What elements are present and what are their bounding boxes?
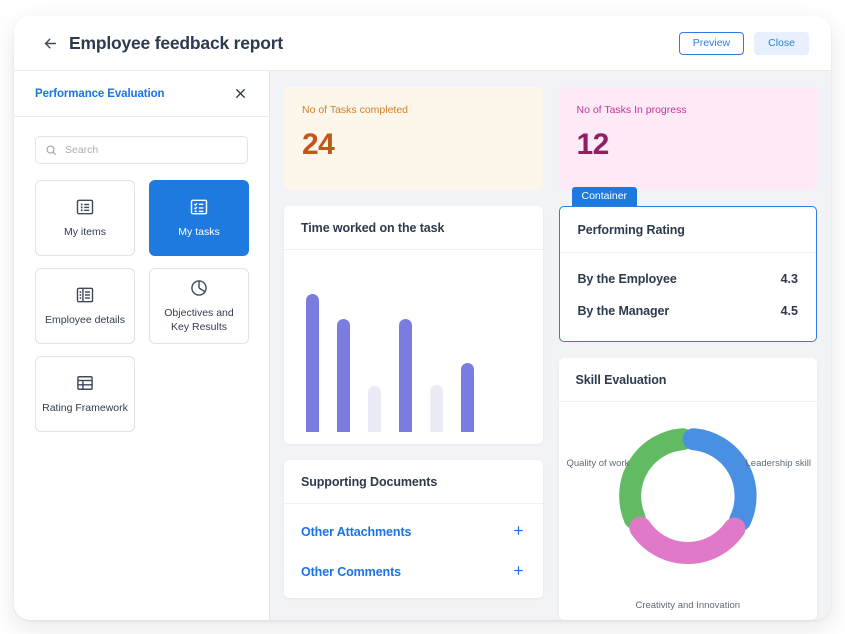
bar-4 — [399, 319, 412, 432]
bar-1 — [306, 294, 319, 432]
rating-rows: By the Employee 4.3 By the Manager 4.5 — [560, 253, 817, 341]
document-row-other-attachments[interactable]: Other Attachments — [284, 512, 543, 552]
sidebar-item-label: Objectives and Key Results — [164, 307, 234, 333]
stat-card-tasks-completed: No of Tasks completed 24 — [284, 87, 543, 190]
contact-card-icon — [75, 285, 95, 305]
performing-rating-card[interactable]: Performing Rating By the Employee 4.3 By… — [558, 206, 817, 342]
performing-rating-container: Container Performing Rating By the Emplo… — [558, 187, 817, 342]
plus-icon[interactable] — [512, 564, 525, 580]
rating-score: 4.3 — [780, 272, 798, 286]
app-window: Employee feedback report Preview Close P… — [14, 16, 831, 620]
donut-label-quality-of-work: Quality of work — [566, 458, 630, 469]
sidebar-header: Performance Evaluation — [14, 71, 269, 117]
card-title: Performing Rating — [559, 207, 816, 253]
main-content: No of Tasks completed 24 Time worked on … — [270, 71, 831, 620]
rating-row: By the Employee 4.3 — [560, 263, 817, 295]
stat-value: 24 — [302, 128, 335, 161]
title-bar: Employee feedback report Preview Close — [14, 16, 831, 71]
sidebar-item-label: Employee details — [45, 313, 125, 326]
document-row-other-comments[interactable]: Other Comments — [284, 552, 543, 592]
stat-card-tasks-in-progress: No of Tasks In progress 12 — [558, 87, 817, 190]
list-document-icon — [75, 197, 95, 217]
sidebar-item-employee-details[interactable]: Employee details — [35, 268, 135, 344]
titlebar-actions: Preview Close — [678, 31, 809, 55]
rating-score: 4.5 — [780, 304, 798, 318]
card-title: Time worked on the task — [284, 206, 543, 250]
bar-3 — [368, 386, 381, 432]
sidebar-item-label: Rating Framework — [42, 401, 128, 414]
rating-name: By the Employee — [577, 272, 677, 286]
time-worked-card: Time worked on the task — [284, 206, 543, 444]
sidebar-item-objectives-and-key-results[interactable]: Objectives and Key Results — [149, 268, 249, 344]
close-icon[interactable] — [232, 86, 248, 102]
bar-2 — [337, 319, 350, 432]
close-button[interactable]: Close — [754, 31, 809, 55]
donut-segment-quality-of-work — [618, 428, 694, 530]
bar-6 — [461, 363, 474, 432]
skill-donut-chart: Quality of work Leadership skill Creativ… — [559, 402, 818, 620]
search-icon — [45, 144, 57, 156]
sidebar-item-label: My items — [64, 225, 106, 238]
donut-segment-creativity-and-innovation — [629, 516, 746, 564]
container-tag[interactable]: Container — [571, 187, 638, 206]
sidebar-tile-grid: My items My tasks Employee details Objec… — [35, 180, 249, 432]
supporting-documents-card: Supporting Documents Other Attachments O… — [284, 460, 543, 598]
donut-svg — [618, 428, 757, 564]
skill-evaluation-card: Skill Evaluation Quality of work Leaders… — [558, 358, 818, 620]
sidebar-item-my-tasks[interactable]: My tasks — [149, 180, 249, 256]
sidebar-title: Performance Evaluation — [35, 87, 165, 100]
sidebar-item-label: My tasks — [178, 225, 220, 238]
pie-chart-icon — [189, 278, 209, 298]
bar-chart — [284, 250, 543, 444]
body-split: Performance Evaluation Search My items M… — [14, 71, 831, 620]
sidebar-body: My items — [14, 117, 269, 432]
stat-value: 12 — [576, 128, 610, 161]
rating-name: By the Manager — [577, 304, 670, 318]
table-grid-icon — [75, 373, 95, 393]
rating-row: By the Manager 4.5 — [560, 295, 817, 327]
checklist-icon — [189, 197, 209, 217]
preview-button[interactable]: Preview — [678, 31, 745, 55]
bar-5 — [430, 385, 443, 432]
card-title: Supporting Documents — [284, 460, 543, 504]
page-title: Employee feedback report — [69, 32, 284, 53]
document-label: Other Comments — [301, 565, 402, 579]
document-label: Other Attachments — [301, 525, 412, 539]
back-arrow-icon[interactable] — [37, 30, 63, 56]
main-right-column: No of Tasks In progress 12 Container Per… — [558, 87, 818, 620]
plus-icon[interactable] — [512, 524, 525, 540]
stat-label: No of Tasks In progress — [576, 104, 687, 116]
donut-label-creativity-and-innovation: Creativity and Innovation — [635, 600, 741, 611]
sidebar-item-my-items[interactable]: My items — [35, 180, 135, 256]
sidebar-item-rating-framework[interactable]: Rating Framework — [35, 356, 135, 432]
card-title: Skill Evaluation — [558, 358, 817, 402]
sidebar: Performance Evaluation Search My items M… — [14, 71, 270, 620]
stat-label: No of Tasks completed — [302, 104, 409, 116]
search-input[interactable] — [65, 144, 238, 156]
donut-label-leadership-skill: Leadership skill — [745, 458, 811, 469]
main-left-column: No of Tasks completed 24 Time worked on … — [284, 87, 543, 620]
donut-segment-leadership-skill — [682, 428, 757, 532]
search-box[interactable] — [35, 136, 248, 164]
